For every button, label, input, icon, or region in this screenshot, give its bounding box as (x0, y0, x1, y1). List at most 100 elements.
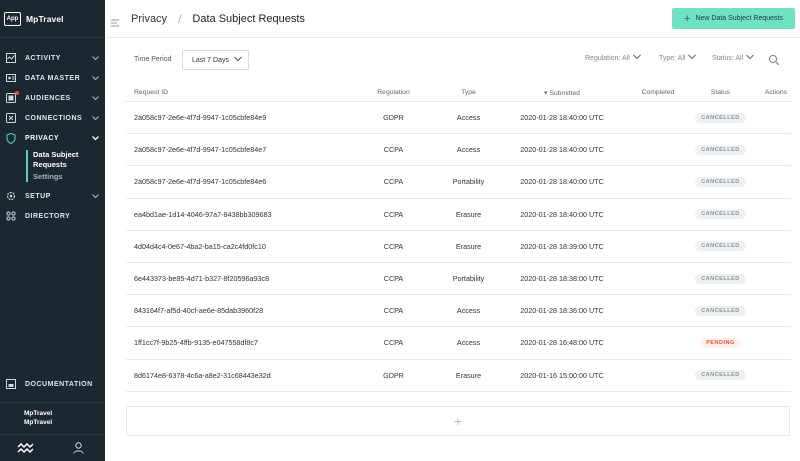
chevron-down-icon (91, 74, 99, 82)
sidebar-item-label: DOCUMENTATION (25, 380, 93, 388)
regulation-cell: CCPA (383, 177, 404, 187)
request-id-cell: 8d6174e8-6378-4c6a-a8e2-31c68443e32d (134, 370, 271, 380)
column-header-regulation[interactable]: Regulation (346, 89, 441, 96)
status-badge: CANCELLED (695, 241, 746, 252)
plus-icon: + (453, 413, 463, 429)
requests-table: Request ID Regulation Type ▾ Submitted C… (126, 84, 791, 392)
table-row[interactable]: 843164f7-af5d-40cf-ae6e-85dab3960f28 CCPA… (126, 295, 791, 328)
column-header-submitted[interactable]: ▾ Submitted (496, 89, 628, 97)
table-row[interactable]: ea4bd1ae-1d14-4046-97a7-8438bb309683 CCPA… (126, 199, 791, 231)
breadcrumb-privacy[interactable]: Privacy (131, 13, 167, 25)
status-badge: CANCELLED (695, 273, 746, 284)
chevron-down-icon (91, 192, 99, 200)
app-logo: App (4, 11, 21, 26)
status-badge: CANCELLED (695, 144, 746, 155)
table-row[interactable]: 2a058c97-2e6e-4f7d-9947-1c05cbfe84e7 CCPA… (126, 134, 791, 167)
table-row[interactable]: 2a058c97-2e6e-4f7d-9947-1c05cbfe84e9 GDPR… (126, 102, 791, 135)
chevron-down-icon (688, 54, 697, 62)
data-master-icon (6, 73, 16, 83)
time-period-select[interactable]: Last 7 Days (182, 50, 249, 70)
column-header-request-id[interactable]: Request ID (126, 89, 346, 96)
sidebar-item-label: AUDIENCES (25, 94, 71, 102)
user-icon[interactable] (53, 435, 106, 461)
filter-bar: Time Period Last 7 Days Regulation: All … (105, 50, 800, 70)
regulation-filter[interactable]: Regulation: All (585, 54, 641, 62)
request-id-cell: 2a058c97-2e6e-4f7d-9947-1c05cbfe84e9 (134, 113, 267, 123)
type-cell: Access (456, 306, 481, 316)
type-cell: Access (456, 145, 481, 155)
type-cell: Portability (452, 274, 485, 284)
sidebar-item-privacy[interactable]: PRIVACY (0, 128, 105, 148)
submitted-cell: 2020-01-28 18:40:00 UTC (520, 177, 604, 187)
table-row[interactable]: 4d04d4c4-0e67-4ba2-ba15-ca2c4fd0fc10 CCPA… (126, 231, 791, 263)
type-filter[interactable]: Type: All (659, 54, 697, 62)
sidebar-item-audiences[interactable]: AUDIENCES (0, 88, 105, 108)
topbar: Privacy / Data Subject Requests + New Da… (105, 0, 800, 38)
submitted-cell: 2020-01-28 18:39:00 UTC (520, 241, 604, 251)
chevron-down-icon (234, 56, 242, 64)
table-row[interactable]: 1ff1cc7f-9b25-4ffb-9135-e047558df8c7 CCPA… (126, 327, 791, 360)
table-row[interactable]: 6e443373-be85-4d71-b327-8f20596a93c8 CCPA… (126, 263, 791, 296)
chevron-down-icon (91, 134, 99, 142)
menu-icon[interactable] (111, 14, 121, 26)
new-request-button[interactable]: + New Data Subject Requests (672, 8, 795, 29)
directory-icon (6, 211, 16, 221)
request-id-cell: ea4bd1ae-1d14-4046-97a7-8438bb309683 (134, 209, 272, 219)
sidebar-item-setup[interactable]: SETUP (0, 186, 105, 206)
chevron-down-icon (746, 54, 755, 62)
notification-dot (15, 91, 19, 95)
type-cell: Access (456, 338, 481, 348)
chevron-down-icon (91, 54, 99, 62)
column-header-status[interactable]: Status (688, 89, 753, 96)
status-cell: CANCELLED (688, 241, 753, 252)
regulation-cell: CCPA (383, 241, 404, 251)
sidebar-item-directory[interactable]: DIRECTORY (0, 206, 105, 226)
time-period-label: Time Period (134, 56, 172, 63)
search-icon[interactable] (768, 53, 780, 66)
status-cell: CANCELLED (688, 112, 753, 123)
status-badge: CANCELLED (695, 176, 746, 187)
submitted-cell: 2020-01-28 18:40:00 UTC (520, 145, 604, 155)
sidebar-item-connections[interactable]: CONNECTIONS (0, 108, 105, 128)
submitted-cell: 2020-01-28 18:38:00 UTC (520, 274, 604, 284)
sidebar-item-data-master[interactable]: DATA MASTER (0, 68, 105, 88)
status-badge: CANCELLED (695, 209, 746, 220)
type-cell: Portability (452, 177, 485, 187)
submitted-cell: 2020-01-28 16:48:00 UTC (520, 338, 604, 348)
gear-icon (6, 191, 16, 201)
new-request-label: New Data Subject Requests (695, 15, 783, 22)
brand[interactable]: App MpTravel (0, 0, 105, 38)
company-logo-icon[interactable] (0, 435, 53, 461)
table-row[interactable]: 8d6174e8-6378-4c6a-a8e2-31c68443e32d GDPR… (126, 360, 791, 392)
regulation-cell: CCPA (383, 306, 404, 316)
sidebar-item-activity[interactable]: ACTIVITY (0, 48, 105, 68)
sidebar: App MpTravel ACTIVITY DATA MASTER AUDIEN… (0, 0, 105, 461)
subnav-item-data-subject-requests[interactable]: Data Subject Requests (33, 150, 105, 170)
account-switcher[interactable]: MpTravel MpTravel (0, 402, 105, 432)
type-filter-label: Type: All (659, 54, 686, 62)
sidebar-item-label: DIRECTORY (25, 212, 71, 220)
status-badge: CANCELLED (695, 370, 746, 381)
request-id-cell: 2a058c97-2e6e-4f7d-9947-1c05cbfe84e7 (134, 145, 267, 155)
status-cell: CANCELLED (688, 305, 753, 316)
sidebar-nav: ACTIVITY DATA MASTER AUDIENCES CONNECTIO… (0, 38, 105, 226)
column-header-type[interactable]: Type (441, 89, 496, 96)
type-cell: Erasure (455, 370, 482, 380)
status-cell: CANCELLED (688, 209, 753, 220)
column-header-completed[interactable]: Completed (628, 89, 688, 96)
account-name: MpTravel (24, 410, 53, 417)
status-cell: CANCELLED (688, 176, 753, 187)
status-filter[interactable]: Status: All (712, 54, 755, 62)
regulation-filter-label: Regulation: All (585, 54, 630, 62)
table-row[interactable]: 2a058c97-2e6e-4f7d-9947-1c05cbfe84e6 CCPA… (126, 166, 791, 199)
regulation-cell: GDPR (383, 113, 404, 123)
regulation-cell: GDPR (383, 370, 404, 380)
subnav-item-settings[interactable]: Settings (33, 172, 105, 182)
add-request-button[interactable]: + (126, 406, 790, 436)
sidebar-item-documentation[interactable]: DOCUMENTATION (0, 372, 105, 396)
chevron-down-icon (632, 54, 641, 62)
column-header-actions: Actions (764, 89, 787, 96)
sidebar-item-label: DATA MASTER (25, 74, 81, 82)
status-cell: CANCELLED (688, 370, 753, 381)
regulation-cell: CCPA (383, 145, 404, 155)
